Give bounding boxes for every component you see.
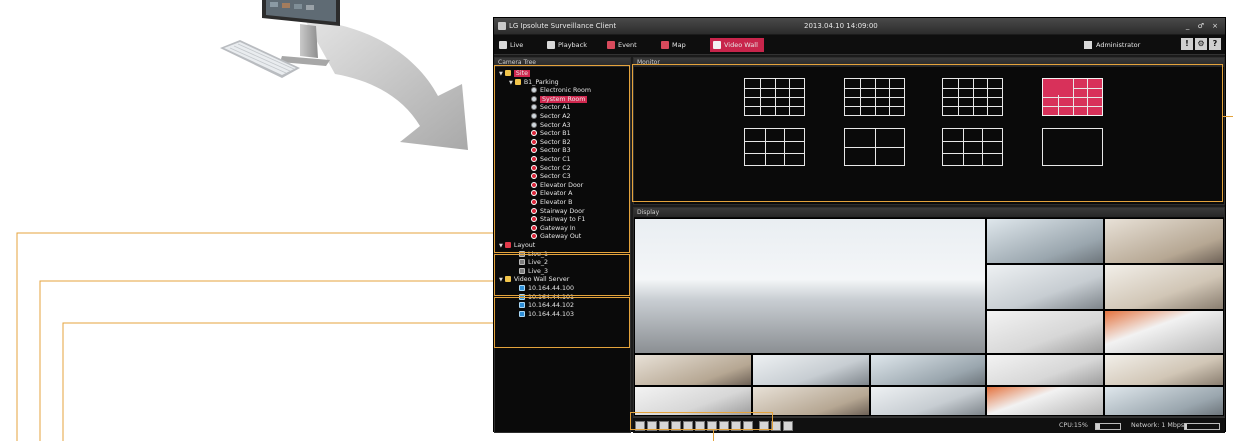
tab-map[interactable]: Map [658, 38, 702, 52]
tab-label: Live [510, 41, 524, 49]
network-meter-fill [1185, 424, 1187, 429]
network-meter [1184, 423, 1220, 430]
title-bar: LG Ipsolute Surveillance Client 2013.04.… [494, 18, 1225, 34]
network-label: Network: 1 Mbps [1131, 422, 1185, 429]
user-icon [1084, 41, 1092, 49]
tab-label: Map [672, 41, 686, 49]
camera-view-thumbnail[interactable] [986, 310, 1104, 354]
tab-event[interactable]: Event [604, 38, 652, 52]
callout-lines [16, 232, 495, 441]
user-account[interactable]: Administrator [1084, 38, 1140, 52]
video-wall-icon [713, 41, 721, 49]
tab-video-wall[interactable]: Video Wall [710, 38, 764, 52]
event-icon [607, 41, 615, 49]
flow-arrow-icon [305, 20, 468, 150]
display-panel: Display [633, 207, 1225, 417]
alert-button[interactable]: ! [1181, 38, 1193, 50]
cpu-meter [1095, 423, 1121, 430]
tab-label: Event [618, 41, 637, 49]
datetime: 2013.04.10 14:09:00 [804, 22, 878, 30]
menu-bar: Live Playback Event Map Video Wall Admin… [494, 35, 1225, 55]
camera-view-thumbnail[interactable] [986, 218, 1104, 264]
window-controls[interactable]: _ ♂ × [1186, 18, 1221, 34]
camera-view-grid [634, 218, 1224, 416]
map-icon [661, 41, 669, 49]
camera-view-thumbnail[interactable] [870, 354, 986, 386]
live-icon [499, 41, 507, 49]
camera-tree-highlight [494, 65, 630, 253]
camera-view-thumbnail[interactable] [1104, 386, 1224, 416]
toolbar-callout-line [713, 430, 714, 441]
camera-view-thumbnail[interactable] [986, 354, 1104, 386]
illustration [16, 0, 495, 441]
camera-view-thumbnail[interactable] [870, 386, 986, 416]
camera-view-thumbnail[interactable] [1104, 354, 1224, 386]
page: LG Ipsolute Surveillance Client 2013.04.… [0, 0, 1233, 441]
cpu-meter-fill [1096, 424, 1100, 429]
camera-view-thumbnail[interactable] [1104, 264, 1224, 310]
camera-view-thumbnail[interactable] [986, 264, 1104, 310]
camera-view-thumbnail[interactable] [1104, 218, 1224, 264]
camera-view-thumbnail[interactable] [634, 354, 752, 386]
monitor-highlight [632, 64, 1223, 202]
cpu-label: CPU:15% [1059, 422, 1088, 429]
camera-view-thumbnail[interactable] [752, 354, 870, 386]
monitor-callout-line [1223, 116, 1233, 117]
server-highlight [494, 297, 630, 348]
tab-live[interactable]: Live [496, 38, 540, 52]
tab-playback[interactable]: Playback [544, 38, 602, 52]
settings-button[interactable]: ⚙ [1195, 38, 1207, 50]
layout-highlight [494, 254, 630, 296]
playback-icon [547, 41, 555, 49]
toolbar-highlight [630, 412, 773, 430]
user-name: Administrator [1096, 41, 1141, 49]
camera-view-main[interactable] [634, 218, 986, 354]
window-title: LG Ipsolute Surveillance Client [509, 22, 617, 30]
camera-view-thumbnail[interactable] [1104, 310, 1224, 354]
help-button[interactable]: ? [1209, 38, 1221, 50]
app-logo-icon [498, 22, 506, 30]
camera-view-thumbnail[interactable] [986, 386, 1104, 416]
layout-grid-icon[interactable] [783, 421, 793, 431]
tab-label: Playback [558, 41, 588, 49]
tab-label: Video Wall [724, 41, 758, 49]
display-title: Display [634, 208, 1224, 217]
